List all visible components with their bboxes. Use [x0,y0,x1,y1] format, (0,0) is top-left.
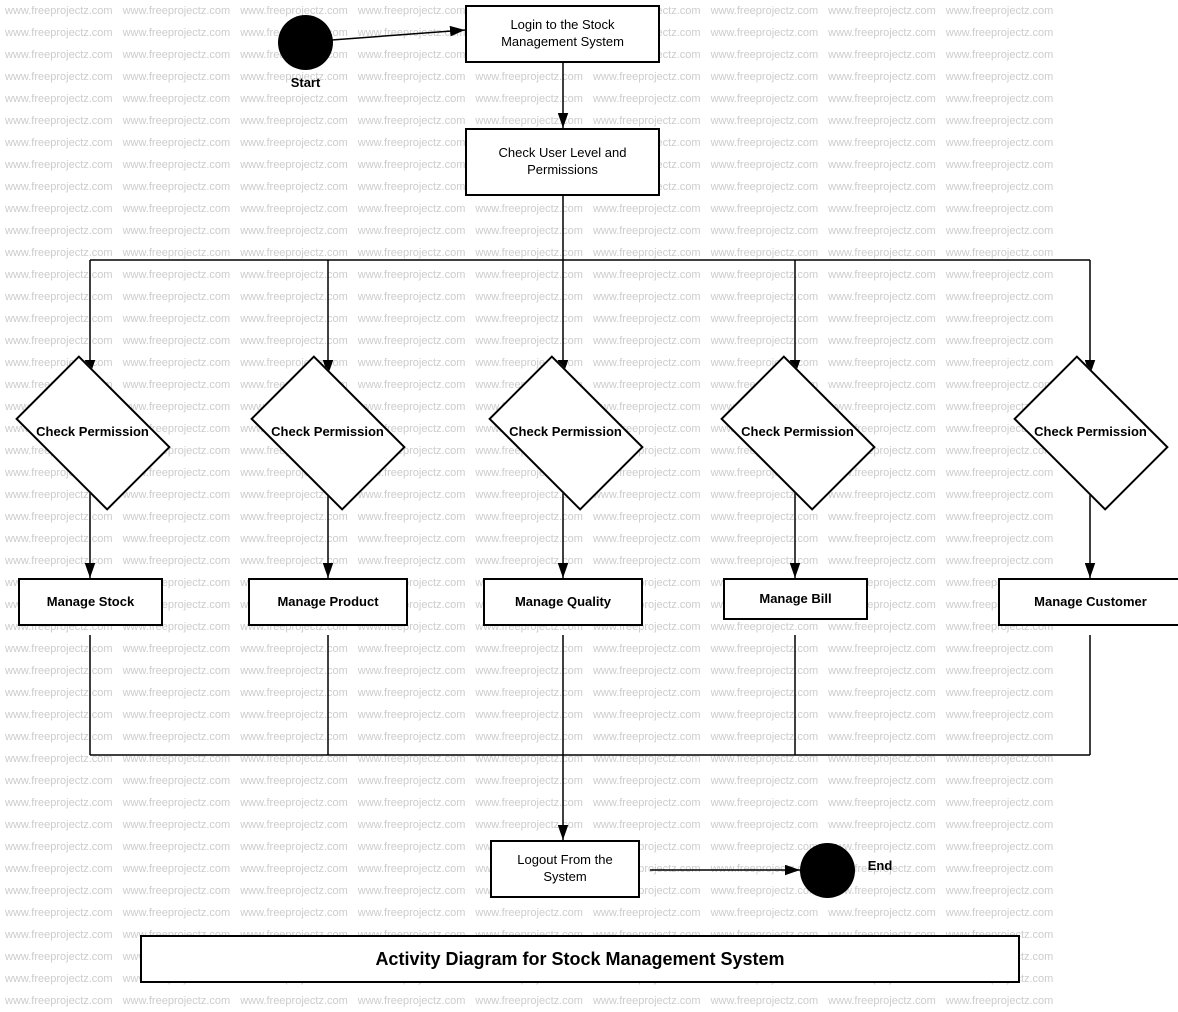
check-permission-3: Check Permission [488,375,643,490]
check-user-box: Check User Level and Permissions [465,128,660,196]
start-label: Start [278,75,333,90]
end-circle [800,843,855,898]
check-permission-1: Check Permission [15,375,170,490]
manage-product-box: Manage Product [248,578,408,626]
start-circle [278,15,333,70]
check-permission-2: Check Permission [250,375,405,490]
manage-quality-box: Manage Quality [483,578,643,626]
check-permission-5: Check Permission [1013,375,1168,490]
manage-customer-box: Manage Customer [998,578,1178,626]
logout-box: Logout From the System [490,840,640,898]
end-label: End [860,858,900,873]
login-box: Login to the Stock Management System [465,5,660,63]
check-permission-4: Check Permission [720,375,875,490]
diagram-title-box: Activity Diagram for Stock Management Sy… [140,935,1020,983]
manage-stock-box: Manage Stock [18,578,163,626]
manage-bill-box: Manage Bill [723,578,868,620]
